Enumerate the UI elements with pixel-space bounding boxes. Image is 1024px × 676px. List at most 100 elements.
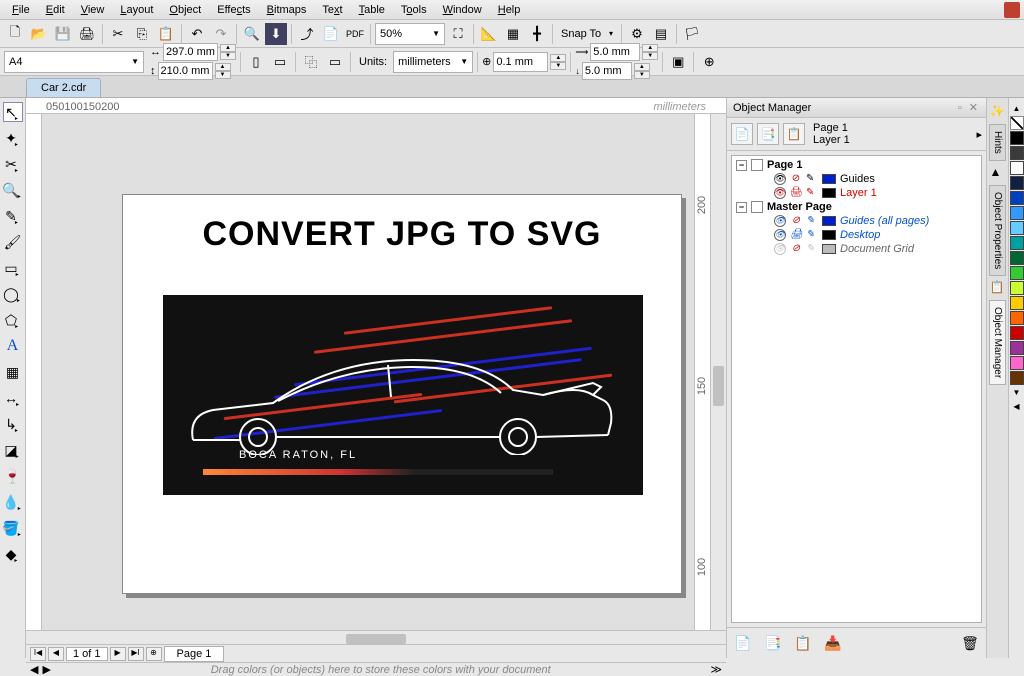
add-page-button[interactable]: ⊕ — [146, 647, 162, 661]
rectangle-tool[interactable]: ▭▸ — [3, 258, 23, 278]
smart-fill-tool[interactable]: ◆▸ — [3, 544, 23, 564]
publish-html-button[interactable]: PDF — [344, 23, 366, 45]
color-swatch[interactable] — [1010, 311, 1024, 325]
show-properties-button[interactable]: 📄 — [731, 123, 753, 145]
artistic-media-tool[interactable]: 🖌 — [3, 232, 23, 252]
tab-hints[interactable]: Hints — [989, 124, 1006, 161]
show-grid-button[interactable]: ▦ — [502, 23, 524, 45]
tree-grid[interactable]: 👁⊘✎Document Grid — [734, 242, 979, 256]
drawing-viewport[interactable]: CONVERT JPG TO SVG — [42, 114, 694, 658]
print-button[interactable]: 🖨 — [76, 23, 98, 45]
color-swatch[interactable] — [1010, 176, 1024, 190]
page-width-input[interactable] — [163, 43, 218, 61]
page-height-input[interactable] — [158, 62, 213, 80]
color-swatch[interactable] — [1010, 251, 1024, 265]
tree-layer1[interactable]: 👁🖨✎Layer 1 — [734, 186, 979, 200]
last-page-button[interactable]: ▶I — [128, 647, 144, 661]
open-button[interactable]: 📂 — [28, 23, 50, 45]
menu-layout[interactable]: Layout — [112, 2, 161, 18]
tree-master[interactable]: −Master Page — [734, 200, 979, 214]
tray-flyout-icon[interactable]: ≫ — [710, 663, 722, 676]
color-swatch[interactable] — [1010, 356, 1024, 370]
portrait-button[interactable]: ▯ — [245, 51, 267, 73]
panel-menu-icon[interactable]: ▫ ✕ — [958, 101, 980, 114]
units-dropdown[interactable]: millimeters▼ — [393, 51, 473, 73]
cut-button[interactable]: ✂ — [107, 23, 129, 45]
tray-prev-icon[interactable]: ◀ — [30, 663, 38, 676]
panel-options-icon[interactable]: ▸ — [976, 128, 982, 141]
eyedropper-tool[interactable]: 💧▸ — [3, 492, 23, 512]
nudge-spinner[interactable]: ▲▼ — [550, 54, 566, 70]
menu-table[interactable]: Table — [351, 2, 393, 18]
dimension-tool[interactable]: ↔▸ — [3, 388, 23, 408]
shape-tool[interactable]: ✦▸ — [3, 128, 23, 148]
color-swatch[interactable] — [1010, 191, 1024, 205]
table-tool[interactable]: ▦ — [3, 362, 23, 382]
gradient-bar[interactable] — [203, 469, 553, 475]
menu-view[interactable]: View — [73, 2, 113, 18]
menu-object[interactable]: Object — [161, 2, 209, 18]
export-button[interactable]: ⤴ — [296, 23, 318, 45]
nudge-input[interactable] — [493, 52, 548, 72]
color-swatch[interactable] — [1010, 146, 1024, 160]
polygon-tool[interactable]: ⬠▸ — [3, 310, 23, 330]
show-guidelines-button[interactable]: ╋ — [526, 23, 548, 45]
vertical-scrollbar[interactable] — [710, 114, 726, 658]
tree-page1[interactable]: −Page 1 — [734, 158, 979, 172]
welcome-button[interactable]: 🏳 — [681, 23, 703, 45]
user-account-icon[interactable] — [1004, 2, 1020, 18]
save-button[interactable]: 💾 — [52, 23, 74, 45]
palette-up-icon[interactable]: ▲ — [1013, 102, 1021, 115]
prev-page-button[interactable]: ◀ — [48, 647, 64, 661]
duplicate-y-input[interactable] — [582, 62, 632, 80]
edit-across-layers-button[interactable]: 📑 — [757, 123, 779, 145]
headline-text[interactable]: CONVERT JPG TO SVG — [123, 215, 681, 254]
color-swatch[interactable] — [1010, 281, 1024, 295]
height-spinner[interactable]: ▲▼ — [215, 63, 231, 79]
import-button[interactable]: ⬇ — [265, 23, 287, 45]
document-palette[interactable]: ◀ ▶ Drag colors (or objects) here to sto… — [26, 662, 726, 676]
tab-object-properties[interactable]: Object Properties — [989, 185, 1006, 276]
menu-file[interactable]: File — [4, 2, 38, 18]
palette-flyout-icon[interactable]: ◀ — [1013, 400, 1019, 413]
color-swatch[interactable] — [1010, 236, 1024, 250]
obj-mgr-icon[interactable]: 📋 — [990, 280, 1006, 296]
menu-edit[interactable]: Edit — [38, 2, 73, 18]
color-swatch[interactable] — [1010, 161, 1024, 175]
tree-desktop[interactable]: 👁🖨✎Desktop — [734, 228, 979, 242]
app-launcher-button[interactable]: ▤ — [650, 23, 672, 45]
new-master-layer-button[interactable]: 📑 — [761, 632, 785, 654]
search-content-button[interactable]: 🔍 — [241, 23, 263, 45]
page-tab[interactable]: Page 1 — [164, 646, 225, 662]
tray-next-icon[interactable]: ▶ — [42, 663, 50, 676]
layer-manager-view-button[interactable]: 📋 — [783, 123, 805, 145]
treat-as-filled-button[interactable]: ▣ — [667, 51, 689, 73]
paste-button[interactable]: 📋 — [155, 23, 177, 45]
zoom-dropdown[interactable]: 50%▼ — [375, 23, 445, 45]
color-swatch[interactable] — [1010, 206, 1024, 220]
transparency-tool[interactable]: 🍷 — [3, 466, 23, 486]
quick-customize-button[interactable]: ⊕ — [698, 51, 720, 73]
landscape-button[interactable]: ▭ — [269, 51, 291, 73]
menu-window[interactable]: Window — [435, 2, 490, 18]
color-swatch[interactable] — [1010, 296, 1024, 310]
snap-to-dropdown[interactable]: Snap To ▾ — [557, 23, 617, 45]
new-layer-button[interactable]: 📄 — [731, 632, 755, 654]
vertical-ruler[interactable] — [26, 114, 42, 658]
connector-tool[interactable]: ↳▸ — [3, 414, 23, 434]
menu-effects[interactable]: Effects — [209, 2, 258, 18]
first-page-button[interactable]: I◀ — [30, 647, 46, 661]
all-pages-button[interactable]: ⿻ — [300, 51, 322, 73]
options-button[interactable]: ⚙ — [626, 23, 648, 45]
new-master-layer-all-button[interactable]: 📋 — [791, 632, 815, 654]
duplicate-x-input[interactable] — [590, 43, 640, 61]
zoom-tool[interactable]: 🔍▸ — [3, 180, 23, 200]
current-page-button[interactable]: ▭ — [324, 51, 346, 73]
menu-help[interactable]: Help — [490, 2, 529, 18]
ellipse-tool[interactable]: ◯▸ — [3, 284, 23, 304]
menu-bitmaps[interactable]: Bitmaps — [259, 2, 315, 18]
color-swatch[interactable] — [1010, 221, 1024, 235]
menu-tools[interactable]: Tools — [393, 2, 435, 18]
panel-title-bar[interactable]: Object Manager ▫ ✕ — [727, 98, 986, 118]
copy-button[interactable]: ⎘ — [131, 23, 153, 45]
